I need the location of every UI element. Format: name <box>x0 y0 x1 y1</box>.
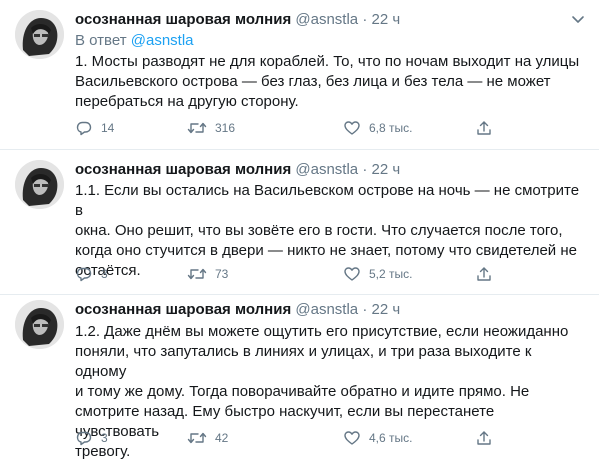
avatar[interactable] <box>15 10 64 59</box>
author-handle[interactable]: @asnstla <box>295 301 358 318</box>
reply-button[interactable]: 3 <box>75 428 108 448</box>
reply-count: 3 <box>101 267 108 281</box>
share-button[interactable] <box>475 118 493 138</box>
like-button[interactable]: 4,6 тыс. <box>343 428 412 448</box>
author-name[interactable]: осознанная шаровая молния <box>75 11 291 28</box>
tweet-header: осознанная шаровая молния @asnstla · 22 … <box>75 10 400 30</box>
separator-dot: · <box>362 301 368 318</box>
like-button[interactable]: 6,8 тыс. <box>343 118 412 138</box>
separator-dot: · <box>362 161 368 178</box>
retweet-icon <box>187 122 207 134</box>
author-handle[interactable]: @asnstla <box>295 161 358 178</box>
heart-icon <box>344 121 360 135</box>
share-icon <box>477 121 491 135</box>
reply-icon <box>76 431 92 446</box>
retweet-count: 73 <box>215 267 229 281</box>
tweet-thread: осознанная шаровая молния @asnstla · 22 … <box>0 0 599 462</box>
reply-button[interactable]: 14 <box>75 118 114 138</box>
retweet-icon <box>187 268 207 280</box>
tweet[interactable]: осознанная шаровая молния @asnstla · 22 … <box>0 295 599 462</box>
like-count: 4,6 тыс. <box>369 431 413 445</box>
reply-icon <box>76 121 92 136</box>
reply-count: 14 <box>101 121 115 135</box>
avatar[interactable] <box>15 160 64 209</box>
tweet-text: 1. Мосты разводят не для кораблей. То, ч… <box>75 53 580 110</box>
retweet-button[interactable]: 42 <box>187 428 228 448</box>
separator-dot: · <box>362 11 368 28</box>
tweet-header: осознанная шаровая молния @asnstla · 22 … <box>75 300 400 320</box>
like-button[interactable]: 5,2 тыс. <box>343 264 412 284</box>
reply-count: 3 <box>101 431 108 445</box>
timestamp[interactable]: 22 ч <box>372 161 401 178</box>
author-name[interactable]: осознанная шаровая молния <box>75 161 291 178</box>
like-count: 6,8 тыс. <box>369 121 413 135</box>
retweet-count: 316 <box>215 121 236 135</box>
tweet-header: осознанная шаровая молния @asnstla · 22 … <box>75 160 400 180</box>
like-count: 5,2 тыс. <box>369 267 413 281</box>
reply-button[interactable]: 3 <box>75 264 108 284</box>
reply-mention-link[interactable]: @asnstla <box>131 32 194 49</box>
tweet-actions: 3 73 5,2 тыс. <box>75 264 525 284</box>
avatar[interactable] <box>15 300 64 349</box>
author-handle[interactable]: @asnstla <box>295 11 358 28</box>
author-name[interactable]: осознанная шаровая молния <box>75 301 291 318</box>
heart-icon <box>344 267 360 281</box>
reply-prefix: В ответ <box>75 32 127 49</box>
retweet-button[interactable]: 316 <box>187 118 235 138</box>
retweet-count: 42 <box>215 431 229 445</box>
share-button[interactable] <box>475 264 493 284</box>
retweet-icon <box>187 432 207 444</box>
reply-context: В ответ @asnstla <box>75 31 194 51</box>
timestamp[interactable]: 22 ч <box>372 11 401 28</box>
retweet-button[interactable]: 73 <box>187 264 228 284</box>
tweet-actions: 3 42 4,6 тыс. <box>75 428 525 448</box>
tweet-actions: 14 316 6,8 тыс. <box>75 118 525 138</box>
reply-icon <box>76 267 92 282</box>
share-icon <box>477 431 491 445</box>
tweet[interactable]: осознанная шаровая молния @asnstla · 22 … <box>0 150 599 293</box>
share-icon <box>477 267 491 281</box>
tweet[interactable]: осознанная шаровая молния @asnstla · 22 … <box>0 0 599 148</box>
timestamp[interactable]: 22 ч <box>372 301 401 318</box>
share-button[interactable] <box>475 428 493 448</box>
chevron-down-icon[interactable] <box>569 10 587 28</box>
heart-icon <box>344 431 360 445</box>
